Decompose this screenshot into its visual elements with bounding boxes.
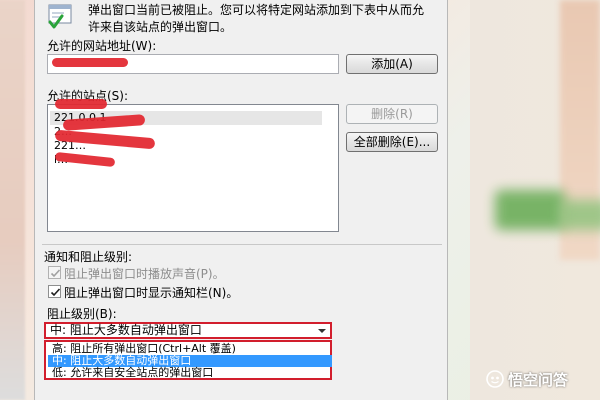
watermark-text: 悟空问答 — [508, 370, 569, 389]
chevron-down-icon — [318, 329, 326, 333]
info-line-1: 弹出窗口当前已被阻止。您可以将特定网站添加到下表中从而允 — [88, 3, 425, 17]
info-line-2: 许来自该站点的弹出窗口。 — [88, 20, 233, 34]
background-green-button-blur-2 — [560, 200, 600, 230]
background-green-button-blur — [495, 190, 565, 230]
block-level-option-low[interactable]: 低: 允许来自安全站点的弹出窗口 — [48, 367, 332, 379]
block-level-options-list[interactable]: 高: 阻止所有弹出窗口(Ctrl+Alt 覆盖) 中: 阻止大多数自动弹出窗口 … — [44, 340, 332, 380]
redaction-site-1 — [55, 99, 107, 109]
checkmark-icon — [50, 288, 61, 297]
add-button[interactable]: 添加(A) — [346, 54, 438, 74]
play-sound-label: 阻止弹出窗口时播放声音(P)。 — [64, 267, 225, 281]
redaction-url — [52, 58, 128, 67]
show-notification-bar-label: 阻止弹出窗口时显示通知栏(N)。 — [64, 286, 239, 300]
block-level-label: 阻止级别(B): — [47, 307, 117, 321]
wukong-logo-icon — [486, 370, 504, 388]
background-left-blur — [0, 0, 25, 400]
section-divider — [42, 244, 442, 245]
play-sound-checkbox[interactable] — [48, 266, 61, 279]
watermark: 悟空问答 — [486, 368, 568, 390]
allow-url-label: 允许的网站地址(W): — [47, 39, 157, 53]
info-message: 弹出窗口当前已被阻止。您可以将特定网站添加到下表中从而允 许来自该站点的弹出窗口… — [88, 2, 438, 36]
remove-button[interactable]: 删除(R) — [346, 104, 438, 124]
remove-all-button[interactable]: 全部删除(E)... — [346, 132, 438, 152]
block-level-dropdown[interactable]: 中: 阻止大多数自动弹出窗口 — [44, 322, 332, 339]
checkmark-icon — [50, 269, 61, 278]
show-notification-bar-checkbox[interactable] — [48, 285, 61, 298]
popup-blocked-icon — [48, 4, 74, 30]
block-level-selected-value: 中: 阻止大多数自动弹出窗口 — [50, 323, 202, 337]
notify-section-title: 通知和阻止级别: — [44, 250, 133, 264]
